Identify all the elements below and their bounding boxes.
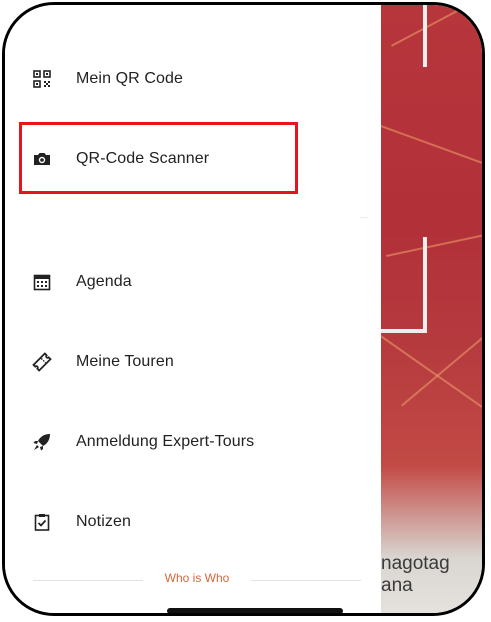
camera-text-line-2: ana [381,575,413,596]
clipboard-check-icon [31,511,53,533]
menu-item-meine-touren[interactable]: Meine Touren [31,342,361,382]
divider [360,217,368,218]
qr-code-icon [31,68,53,90]
menu-item-label: Notizen [76,513,131,530]
home-indicator[interactable] [167,608,343,613]
camera-text-line-1: nagotag [381,553,450,574]
menu-item-label: Anmeldung Expert-Tours [76,433,255,450]
camera-preview: nagotag ana [381,5,482,613]
calendar-icon [31,271,53,293]
phone-screen: nagotag ana Mein QR Code QR-Code Scanner… [2,2,485,616]
side-drawer: Mein QR Code QR-Code Scanner Agenda Mein… [5,5,381,613]
rocket-icon [31,431,53,453]
menu-item-notizen[interactable]: Notizen [31,502,361,542]
section-divider-left [33,580,143,581]
menu-item-label: Agenda [76,273,132,290]
menu-item-label: Mein QR Code [76,70,184,87]
menu-item-anmeldung-expert-tours[interactable]: Anmeldung Expert-Tours [31,422,361,462]
menu-item-mein-qr-code[interactable]: Mein QR Code [31,59,361,99]
section-divider-right [251,580,361,581]
highlight-box [19,122,298,194]
menu-item-agenda[interactable]: Agenda [31,262,361,302]
menu-item-label: Meine Touren [76,353,174,370]
section-label-who-is-who[interactable]: Who is Who [143,571,251,585]
ticket-icon [31,351,53,373]
